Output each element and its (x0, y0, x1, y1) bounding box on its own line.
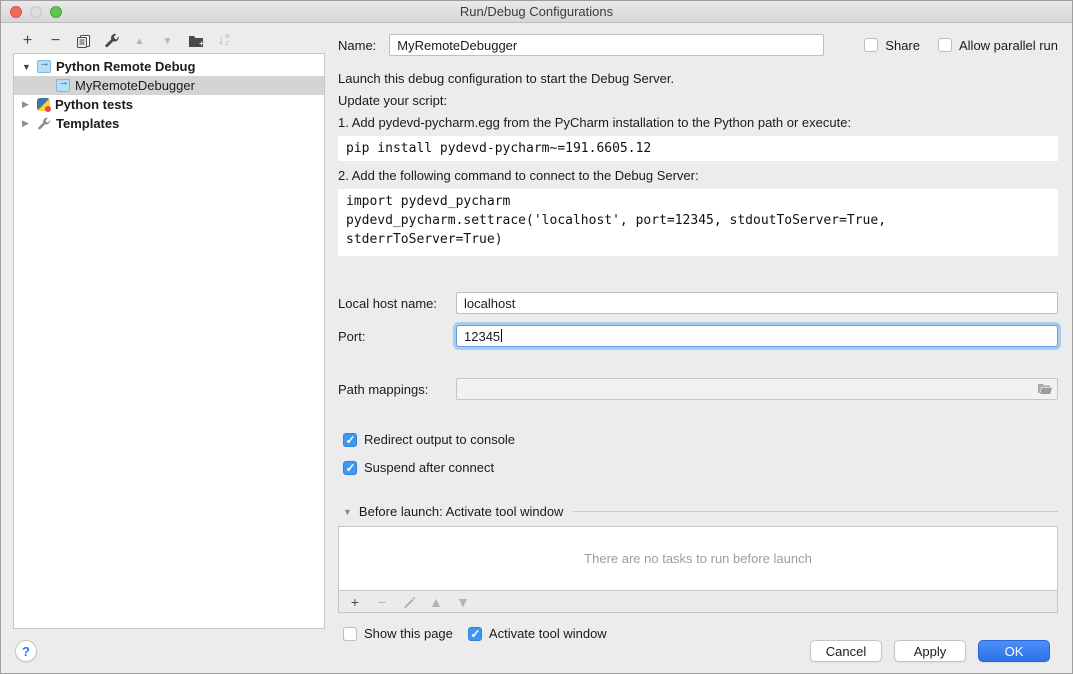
dialog-footer: ? Cancel Apply OK (1, 629, 1072, 673)
share-checkbox-row[interactable]: Share (864, 38, 920, 53)
move-task-down-icon: ▼ (456, 595, 470, 609)
configuration-editor: Name: Share Allow parallel run Launch th… (338, 23, 1058, 641)
python-tests-icon (37, 98, 50, 111)
collapse-section-icon[interactable]: ▼ (343, 507, 352, 517)
edit-task-pencil-icon (402, 595, 416, 609)
new-folder-icon[interactable] (187, 33, 204, 50)
tree-item-python-tests[interactable]: ▶ Python tests (14, 95, 324, 114)
section-divider (573, 511, 1058, 512)
tree-item-python-remote-debug[interactable]: ▼ → Python Remote Debug (14, 57, 324, 76)
task-list-toolbar: + − ▲ ▼ (338, 591, 1058, 613)
apply-button[interactable]: Apply (894, 640, 966, 662)
redirect-output-label: Redirect output to console (364, 432, 515, 447)
configurations-tree: ▼ → Python Remote Debug → MyRemoteDebugg… (13, 53, 325, 629)
remote-debug-config-icon: → (56, 79, 70, 92)
window-title: Run/Debug Configurations (1, 1, 1072, 22)
local-host-name-label: Local host name: (338, 296, 456, 311)
instructions-line2: Update your script: (338, 94, 1058, 108)
before-launch-section-header[interactable]: ▼ Before launch: Activate tool window (343, 504, 1058, 519)
run-debug-configurations-dialog: Run/Debug Configurations + − ▲ ▼ ↓ az (0, 0, 1073, 674)
instructions-step2: 2. Add the following command to connect … (338, 169, 1058, 183)
pip-install-code: pip install pydevd-pycharm~=191.6605.12 (338, 136, 1058, 161)
path-mappings-label: Path mappings: (338, 382, 456, 397)
tree-item-templates[interactable]: ▶ Templates (14, 114, 324, 133)
settrace-code-line2: pydevd_pycharm.settrace('localhost', por… (346, 211, 1050, 249)
port-label: Port: (338, 329, 456, 344)
suspend-after-connect-checkbox[interactable] (343, 461, 357, 475)
redirect-output-checkbox[interactable] (343, 433, 357, 447)
copy-configuration-icon[interactable] (75, 33, 92, 50)
settrace-code-line1: import pydevd_pycharm (346, 192, 1050, 211)
allow-parallel-run-checkbox[interactable] (938, 38, 952, 52)
edit-defaults-wrench-icon[interactable] (103, 33, 120, 50)
add-configuration-icon[interactable]: + (19, 33, 36, 50)
help-button[interactable]: ? (15, 640, 37, 662)
settrace-code-block: import pydevd_pycharm pydevd_pycharm.set… (338, 189, 1058, 256)
sort-configurations-icon: ↓ az (215, 33, 232, 50)
move-up-icon: ▲ (131, 33, 148, 50)
chevron-down-icon[interactable]: ▼ (22, 62, 37, 72)
traffic-lights (10, 6, 62, 18)
move-task-up-icon: ▲ (429, 595, 443, 609)
share-checkbox[interactable] (864, 38, 878, 52)
close-window-button[interactable] (10, 6, 22, 18)
titlebar: Run/Debug Configurations (1, 1, 1072, 23)
sidebar-toolbar: + − ▲ ▼ ↓ az (13, 29, 325, 53)
templates-wrench-icon (37, 117, 51, 131)
add-task-icon[interactable]: + (348, 595, 362, 609)
suspend-after-connect-checkbox-row[interactable]: Suspend after connect (343, 460, 1058, 475)
configurations-sidebar: + − ▲ ▼ ↓ az ▼ → Python Remote Debug (13, 29, 325, 629)
chevron-right-icon[interactable]: ▶ (22, 99, 37, 110)
share-label: Share (885, 38, 920, 53)
browse-folder-icon[interactable] (1037, 383, 1053, 396)
redirect-output-checkbox-row[interactable]: Redirect output to console (343, 432, 1058, 447)
name-label: Name: (338, 38, 376, 53)
local-host-name-input[interactable] (456, 292, 1058, 314)
name-input[interactable] (389, 34, 824, 56)
ok-button[interactable]: OK (978, 640, 1050, 662)
path-mappings-field[interactable] (456, 378, 1058, 400)
move-down-icon: ▼ (159, 33, 176, 50)
suspend-after-connect-label: Suspend after connect (364, 460, 494, 475)
zoom-window-button[interactable] (50, 6, 62, 18)
allow-parallel-run-checkbox-row[interactable]: Allow parallel run (938, 38, 1058, 53)
port-input[interactable] (456, 325, 1058, 347)
cancel-button[interactable]: Cancel (810, 640, 882, 662)
before-launch-title: Before launch: Activate tool window (359, 504, 564, 519)
remote-debug-config-icon: → (37, 60, 51, 73)
allow-parallel-run-label: Allow parallel run (959, 38, 1058, 53)
minimize-window-button (30, 6, 42, 18)
remove-configuration-icon[interactable]: − (47, 33, 64, 50)
instructions-line1: Launch this debug configuration to start… (338, 72, 1058, 86)
instructions-step1: 1. Add pydevd-pycharm.egg from the PyCha… (338, 116, 1058, 130)
chevron-right-icon[interactable]: ▶ (22, 118, 37, 129)
before-launch-task-list[interactable]: There are no tasks to run before launch (338, 526, 1058, 591)
tree-item-myremotedebugger[interactable]: → MyRemoteDebugger (14, 76, 324, 95)
remove-task-icon: − (375, 595, 389, 609)
empty-tasks-message: There are no tasks to run before launch (584, 551, 812, 566)
